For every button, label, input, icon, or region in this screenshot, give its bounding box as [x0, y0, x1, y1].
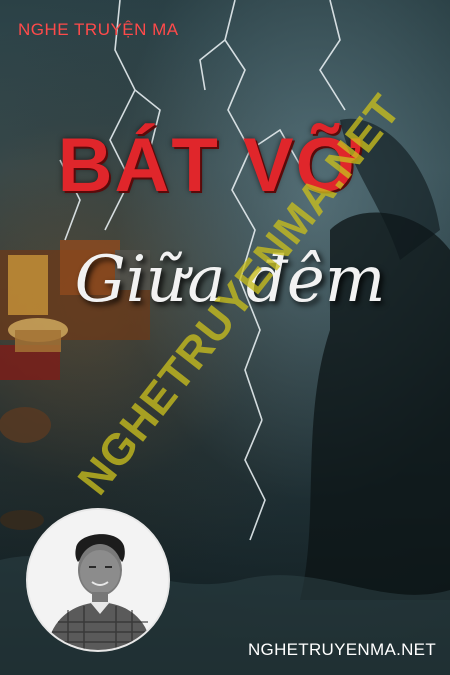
brand-label-bottom: NGHETRUYENMA.NET	[247, 640, 436, 659]
brand-label-top: NGHE TRUYỆN MA	[18, 20, 179, 39]
narrator-avatar	[28, 510, 168, 650]
person-photo	[28, 510, 168, 650]
cover-image: NGHE TRUYỆN MA BÁT VỠ Giữa đêm NGHETRUYE…	[0, 0, 450, 675]
